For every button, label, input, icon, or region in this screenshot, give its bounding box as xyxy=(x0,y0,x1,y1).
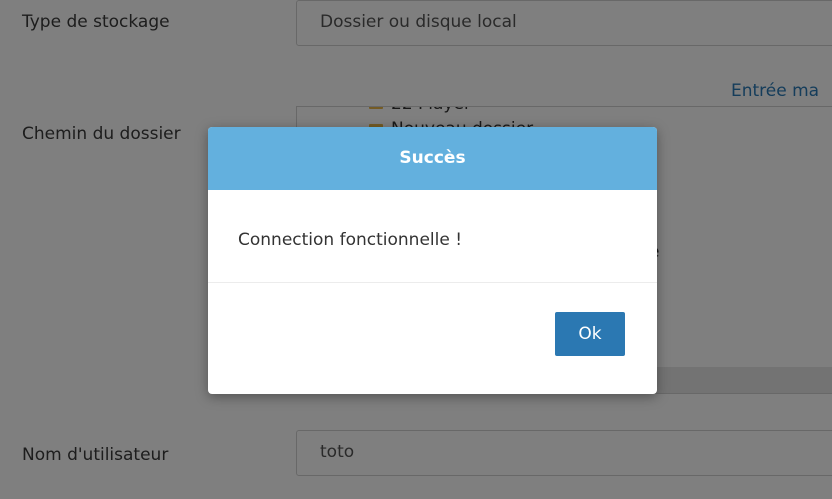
ok-button[interactable]: Ok xyxy=(555,312,625,356)
success-dialog: Succès Connection fonctionnelle ! Ok xyxy=(208,127,657,394)
dialog-title: Succès xyxy=(208,127,657,190)
dialog-message: Connection fonctionnelle ! xyxy=(238,230,463,250)
dialog-divider xyxy=(208,282,657,283)
